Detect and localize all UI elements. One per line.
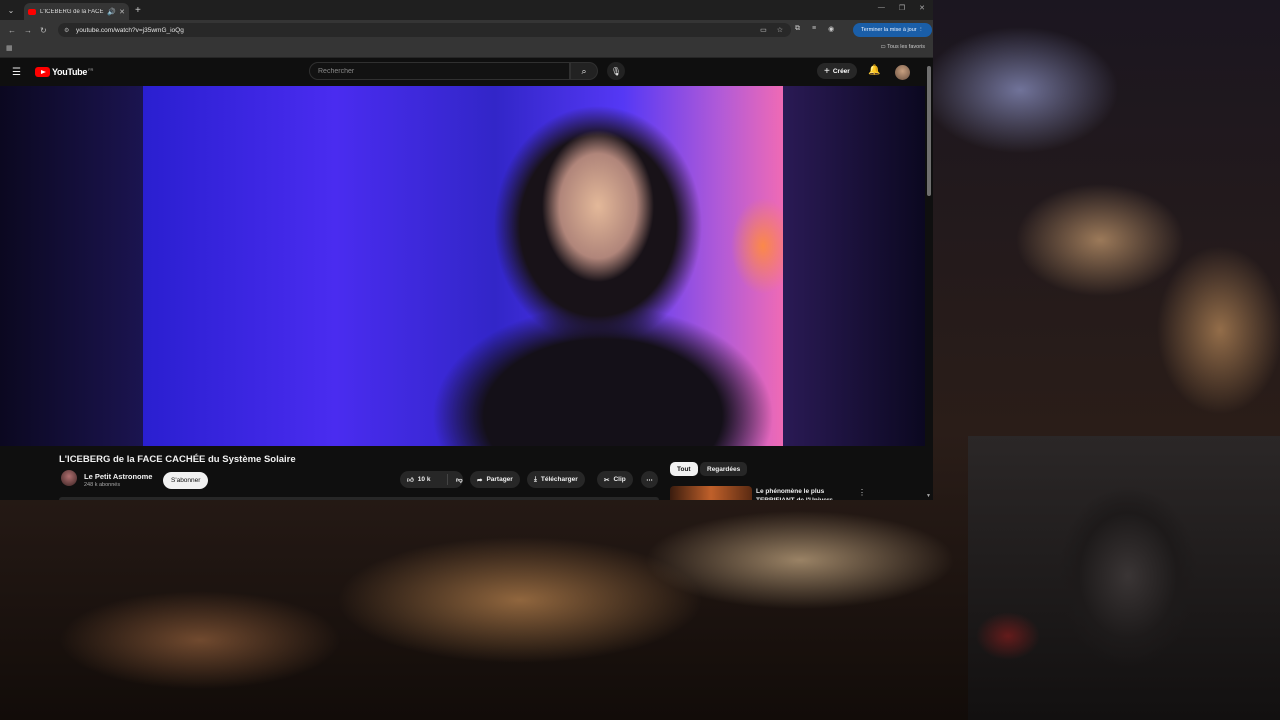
all-bookmarks-button[interactable]: ▭ Tous les favoris <box>880 44 925 50</box>
more-horizontal-icon: ⋯ <box>646 476 653 484</box>
download-button[interactable]: ⤓ Télécharger <box>527 471 585 488</box>
description-box[interactable] <box>59 497 659 500</box>
bookmarks-bar: ▦ ▭ Tous les favoris <box>0 40 933 58</box>
window-controls: — ❐ ✕ <box>878 4 925 12</box>
account-avatar[interactable] <box>895 65 910 80</box>
share-button[interactable]: ➦ Partager <box>470 471 520 488</box>
tab-search-icon[interactable]: ⌄ <box>4 3 18 17</box>
like-dislike-group: 👍︎ 10 k 👎︎ <box>400 471 463 488</box>
recommended-video-menu-icon[interactable]: ⋮ <box>858 488 866 497</box>
close-window-icon[interactable]: ✕ <box>919 4 925 12</box>
clip-button[interactable]: ✂ Clip <box>597 471 633 488</box>
scissors-icon: ✂ <box>604 476 610 484</box>
create-button[interactable]: + Créer <box>817 63 857 79</box>
search-box <box>309 62 570 80</box>
update-button[interactable]: Terminer la mise à jour ⋮ <box>853 23 932 37</box>
toolbar: ← → ↻ ⚙ youtube.com/watch?v=j35wmG_ioQg … <box>0 20 933 40</box>
maximize-icon[interactable]: ❐ <box>899 4 905 12</box>
masthead: ☰ YouTube FR ⌕ 🎙 +Créer 🔔 <box>0 58 933 86</box>
plus-icon: + <box>824 65 830 77</box>
search-input[interactable] <box>316 67 560 76</box>
video-pillarbox-right <box>783 86 925 446</box>
subscribe-button[interactable]: S'abonner <box>163 472 209 489</box>
subscriber-count: 248 k abonnés <box>84 482 121 488</box>
extensions-icon[interactable]: ⧉ <box>795 25 800 33</box>
notifications-bell-icon[interactable]: 🔔 <box>868 65 880 76</box>
profile-icon[interactable]: ◉ <box>828 25 834 33</box>
dislike-button[interactable]: 👎︎ <box>456 476 463 484</box>
video-pillarbox-left <box>0 86 143 446</box>
chip-watched[interactable]: Regardées <box>700 462 748 476</box>
video-frame[interactable] <box>143 86 783 446</box>
media-controls-icon[interactable]: ≡ <box>812 25 816 33</box>
new-tab-button[interactable]: + <box>135 5 141 16</box>
download-icon: ⤓ <box>534 475 537 483</box>
voice-search-button[interactable]: 🎙 <box>607 62 625 80</box>
like-button[interactable]: 👍︎ 10 k <box>400 474 448 485</box>
share-arrow-icon: ➦ <box>477 476 483 484</box>
scrollbar-thumb[interactable] <box>927 66 931 196</box>
channel-avatar[interactable] <box>61 470 77 486</box>
bookmark-star-icon[interactable]: ☆ <box>777 26 783 34</box>
microphone-icon: 🎙 <box>610 66 622 76</box>
tab-title: L'ICEBERG de la FACE CACHÉE du Système S… <box>40 8 104 15</box>
video-title: L'ICEBERG de la FACE CACHÉE du Système S… <box>59 454 296 465</box>
thumbs-up-icon: 👍︎ <box>407 476 414 484</box>
youtube-logo[interactable]: YouTube FR <box>35 67 93 77</box>
more-actions-button[interactable]: ⋯ <box>641 471 658 488</box>
search-button[interactable]: ⌕ <box>570 62 598 80</box>
search-icon: ⌕ <box>581 65 587 76</box>
webcam-overlay <box>968 436 1280 720</box>
thumbs-down-icon: 👎︎ <box>456 476 463 484</box>
video-player[interactable] <box>0 86 925 446</box>
browser-tab-active[interactable]: L'ICEBERG de la FACE CACHÉE du Système S… <box>24 3 129 20</box>
recommended-video-thumbnail[interactable] <box>670 486 752 500</box>
youtube-page: ☰ YouTube FR ⌕ 🎙 +Créer 🔔 ▼ L'ICEBERG de… <box>0 58 933 500</box>
tab-strip: ⌄ L'ICEBERG de la FACE CACHÉE du Système… <box>0 0 933 20</box>
apps-grid-icon[interactable]: ▦ <box>6 44 13 52</box>
browser-window: ⌄ L'ICEBERG de la FACE CACHÉE du Système… <box>0 0 933 500</box>
youtube-favicon-icon <box>28 8 36 15</box>
back-icon[interactable]: ← <box>8 26 16 35</box>
menu-icon[interactable]: ☰ <box>12 67 21 78</box>
channel-name[interactable]: Le Petit Astronome <box>84 472 152 481</box>
cast-icon[interactable]: ▭ <box>760 26 767 34</box>
scroll-down-arrow-icon[interactable]: ▼ <box>926 493 931 499</box>
like-count: 10 k <box>417 476 431 483</box>
address-bar[interactable]: ⚙ youtube.com/watch?v=j35wmG_ioQg ▭ ☆ <box>58 23 791 37</box>
tab-close-icon[interactable]: ✕ <box>119 8 125 16</box>
youtube-play-icon <box>35 67 50 77</box>
reload-icon[interactable]: ↻ <box>40 26 47 35</box>
chip-all[interactable]: Tout <box>670 462 698 476</box>
minimize-icon[interactable]: — <box>878 4 885 12</box>
forward-icon[interactable]: → <box>24 26 32 35</box>
url-text: youtube.com/watch?v=j35wmG_ioQg <box>76 26 184 34</box>
recommended-video-title[interactable]: Le phénomène le plus TERRIFIANT de l'Uni… <box>756 487 851 500</box>
speaker-icon[interactable]: 🔊 <box>107 8 116 16</box>
site-info-icon[interactable]: ⚙ <box>64 27 69 34</box>
